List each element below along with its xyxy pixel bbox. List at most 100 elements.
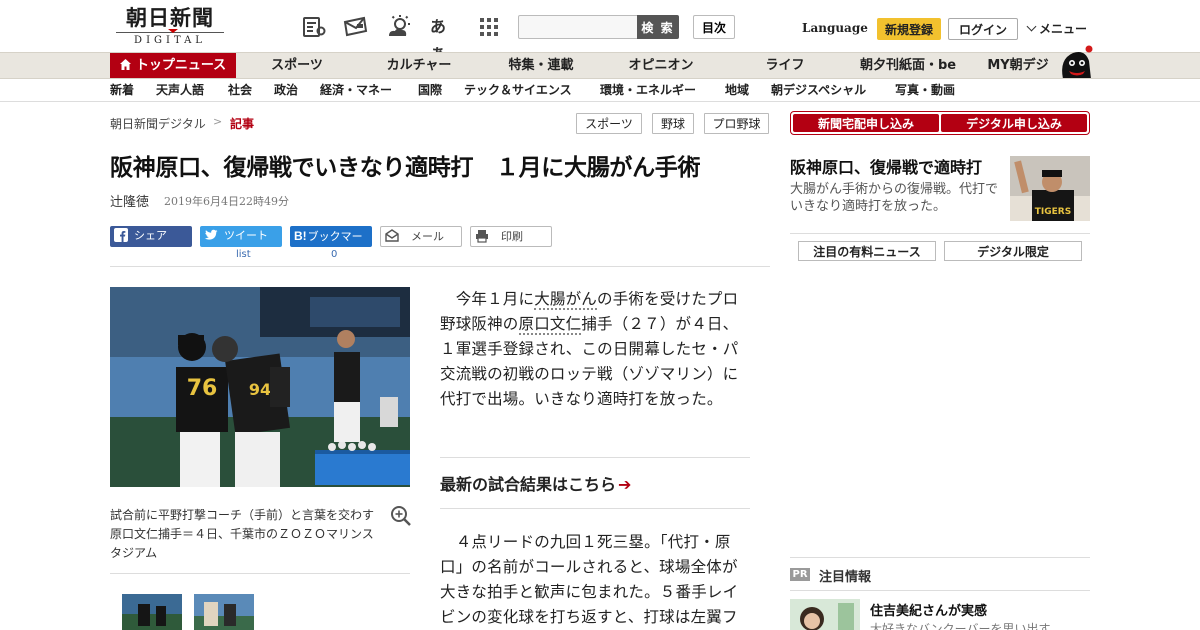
- tag-pro-baseball[interactable]: プロ野球: [704, 113, 769, 134]
- facebook-icon: [114, 228, 128, 242]
- site-logo[interactable]: 朝日新聞 DIGITAL: [112, 6, 228, 48]
- menu-button[interactable]: メニュー: [1026, 20, 1087, 37]
- svg-text:TIGERS: TIGERS: [1035, 207, 1071, 217]
- nav-item-my-asahi[interactable]: MY朝デジ: [982, 53, 1054, 79]
- article-author[interactable]: 辻隆徳: [110, 191, 149, 210]
- subnav-item-latest[interactable]: 新着: [110, 79, 134, 102]
- sidebar-divider: [790, 233, 1090, 234]
- breadcrumb-home[interactable]: 朝日新聞デジタル: [110, 115, 206, 132]
- subnav-item-society[interactable]: 社会: [228, 79, 252, 102]
- pr-subtext: 大好きなバンクーバーを思い出す: [870, 622, 1051, 630]
- chevron-down-icon: [1026, 21, 1037, 32]
- subnav-item-economy[interactable]: 経済・マネー: [320, 79, 392, 102]
- link-divider-bottom: [440, 508, 750, 509]
- photo-thumbnail[interactable]: [194, 594, 254, 630]
- latest-results-label: 最新の試合結果はこちら: [440, 475, 617, 494]
- subnav-item-tech[interactable]: テック＆サイエンス: [464, 79, 572, 102]
- subnav-item-photo[interactable]: 写真・動画: [895, 79, 955, 102]
- sidebar-feature-desc: 大腸がん手術からの復帰戦。代打でいきなり適時打を放った。: [790, 182, 999, 214]
- facebook-share-button[interactable]: シェア: [110, 226, 192, 247]
- facebook-share-label: シェア: [134, 230, 167, 242]
- pr-section-title: 注目情報: [819, 570, 872, 585]
- pr-image[interactable]: [790, 599, 860, 630]
- photo-thumbnail[interactable]: [122, 594, 182, 630]
- mascot-icon[interactable]: [1055, 43, 1095, 79]
- tab-paid-news[interactable]: 注目の有料ニュース: [798, 241, 936, 261]
- breadcrumb-current: 記事: [230, 117, 255, 131]
- pr-divider: [790, 557, 1090, 558]
- nav-item-features[interactable]: 特集・連載: [495, 53, 587, 79]
- mail-share-label: メール: [411, 231, 444, 243]
- pr-headline[interactable]: 住吉美紀さんが実感: [870, 600, 987, 619]
- twitter-count[interactable]: list: [236, 249, 251, 260]
- nav-item-culture[interactable]: カルチャー: [380, 53, 458, 79]
- hatena-count[interactable]: 0: [331, 249, 337, 260]
- breadcrumb-separator: >: [213, 115, 223, 128]
- language-link[interactable]: Language: [802, 21, 868, 35]
- toc-button[interactable]: 目次: [693, 15, 735, 39]
- sidebar-feature-image[interactable]: TIGERS: [1010, 156, 1090, 221]
- article-paragraph: ４点リードの九回１死三塁。「代打・原口」の名前がコールされると、球場全体が大きな…: [440, 533, 739, 626]
- register-button[interactable]: 新規登録: [877, 18, 941, 40]
- print-icon: [476, 230, 488, 243]
- nav-item-opinion[interactable]: オピニオン: [620, 53, 702, 79]
- search-button[interactable]: 検 索: [637, 15, 679, 39]
- login-button[interactable]: ログイン: [948, 18, 1018, 40]
- article-photo[interactable]: 76 94: [110, 287, 410, 487]
- tag-baseball[interactable]: 野球: [652, 113, 694, 134]
- caption-divider: [110, 573, 410, 574]
- pr-title-divider: [790, 590, 1090, 591]
- grid-icon[interactable]: [476, 14, 502, 40]
- site-header: 朝日新聞 DIGITAL あぁ 検 索 目次 Language 新規登録 ログイ…: [0, 0, 1200, 62]
- twitter-icon: [204, 229, 218, 240]
- weather-icon[interactable]: [386, 14, 412, 40]
- subnav-item-region[interactable]: 地域: [725, 79, 749, 102]
- nav-item-paper[interactable]: 朝夕刊紙面・be: [856, 53, 960, 79]
- digital-subscribe-button[interactable]: デジタル申し込み: [941, 114, 1087, 132]
- header-divider: [110, 266, 770, 267]
- print-button[interactable]: 印刷: [470, 226, 552, 247]
- main-nav: トップニュース スポーツ カルチャー 特集・連載 オピニオン ライフ 朝夕刊紙面…: [0, 45, 1200, 79]
- nav-item-life[interactable]: ライフ: [760, 53, 810, 79]
- newspaper-icon[interactable]: [301, 14, 327, 40]
- nav-item-sports[interactable]: スポーツ: [258, 53, 336, 79]
- mail-icon[interactable]: [342, 14, 368, 40]
- svg-text:76: 76: [187, 376, 218, 401]
- logo-main-text: 朝日新聞: [126, 5, 214, 30]
- paper-subscribe-button[interactable]: 新聞宅配申し込み: [793, 114, 939, 132]
- nav-item-label: トップニュース: [135, 58, 227, 73]
- subnav-item-environment[interactable]: 環境・エネルギー: [600, 79, 696, 102]
- mail-share-button[interactable]: メール: [380, 226, 462, 247]
- svg-text:94: 94: [249, 380, 271, 399]
- home-icon: [119, 59, 131, 70]
- subnav-item-politics[interactable]: 政治: [274, 79, 298, 102]
- article-date: 2019年6月4日22時49分: [164, 195, 289, 208]
- photo-caption: 試合前に平野打撃コーチ（手前）と言葉を交わす原口文仁捕手＝４日、千葉市のＺＯＺＯ…: [110, 508, 375, 560]
- hatena-bookmark-button[interactable]: B!ブックマーク: [290, 226, 372, 264]
- arrow-right-icon: ➔: [618, 475, 632, 494]
- keyword-link[interactable]: 原口文仁: [518, 315, 582, 335]
- font-size-icon[interactable]: あぁ: [430, 14, 456, 62]
- pr-badge: PR: [790, 568, 810, 581]
- zoom-icon[interactable]: [390, 505, 412, 527]
- search-input[interactable]: [518, 15, 638, 39]
- logo-sub-text: DIGITAL: [134, 35, 206, 46]
- subnav-item-tensei[interactable]: 天声人語: [156, 79, 204, 102]
- nav-item-top-news[interactable]: トップニュース: [110, 53, 236, 79]
- print-label: 印刷: [501, 231, 523, 243]
- mail-share-icon: [385, 229, 399, 242]
- tab-digital-only[interactable]: デジタル限定: [944, 241, 1082, 261]
- hatena-icon: B!: [294, 229, 307, 243]
- latest-results-link[interactable]: 最新の試合結果はこちら ➔: [440, 471, 631, 495]
- twitter-share-button[interactable]: ツイート: [200, 226, 282, 247]
- twitter-share-label: ツイート: [224, 230, 268, 242]
- paragraph-text: 今年１月に: [440, 290, 535, 308]
- sidebar-feature-title[interactable]: 阪神原口、復帰戦で適時打: [790, 154, 982, 178]
- sub-nav: 新着 天声人語 社会 政治 経済・マネー 国際 テック＆サイエンス 環境・エネル…: [0, 78, 1200, 102]
- tag-sports[interactable]: スポーツ: [576, 113, 642, 134]
- keyword-link[interactable]: 大腸がん: [534, 290, 598, 310]
- subnav-item-world[interactable]: 国際: [418, 79, 442, 102]
- subnav-item-special[interactable]: 朝デジスペシャル: [771, 79, 866, 102]
- subscribe-box: 新聞宅配申し込み デジタル申し込み: [790, 111, 1090, 135]
- logo-rule: [116, 29, 224, 33]
